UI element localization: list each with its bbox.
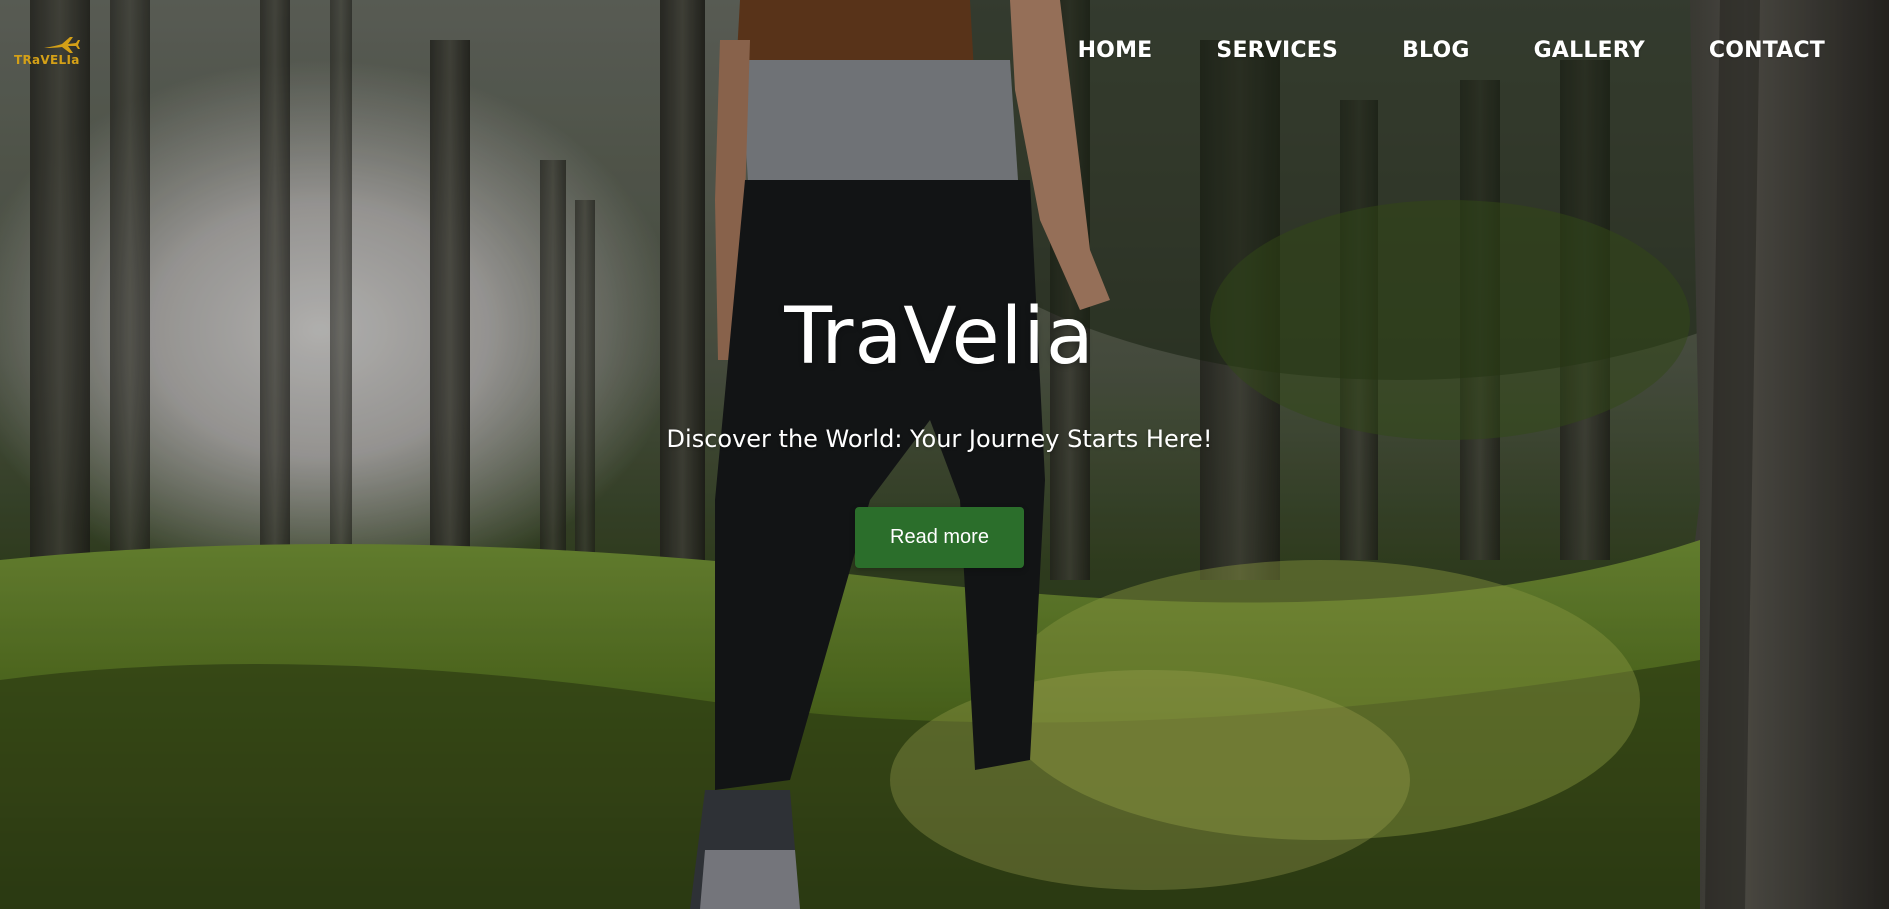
hero-subtitle: Discover the World: Your Journey Starts … [666,425,1213,453]
hero-title: TraVelia [784,292,1095,382]
read-more-button[interactable]: Read more [855,507,1024,568]
hero-section: TraVelia Discover the World: Your Journe… [0,0,1889,909]
